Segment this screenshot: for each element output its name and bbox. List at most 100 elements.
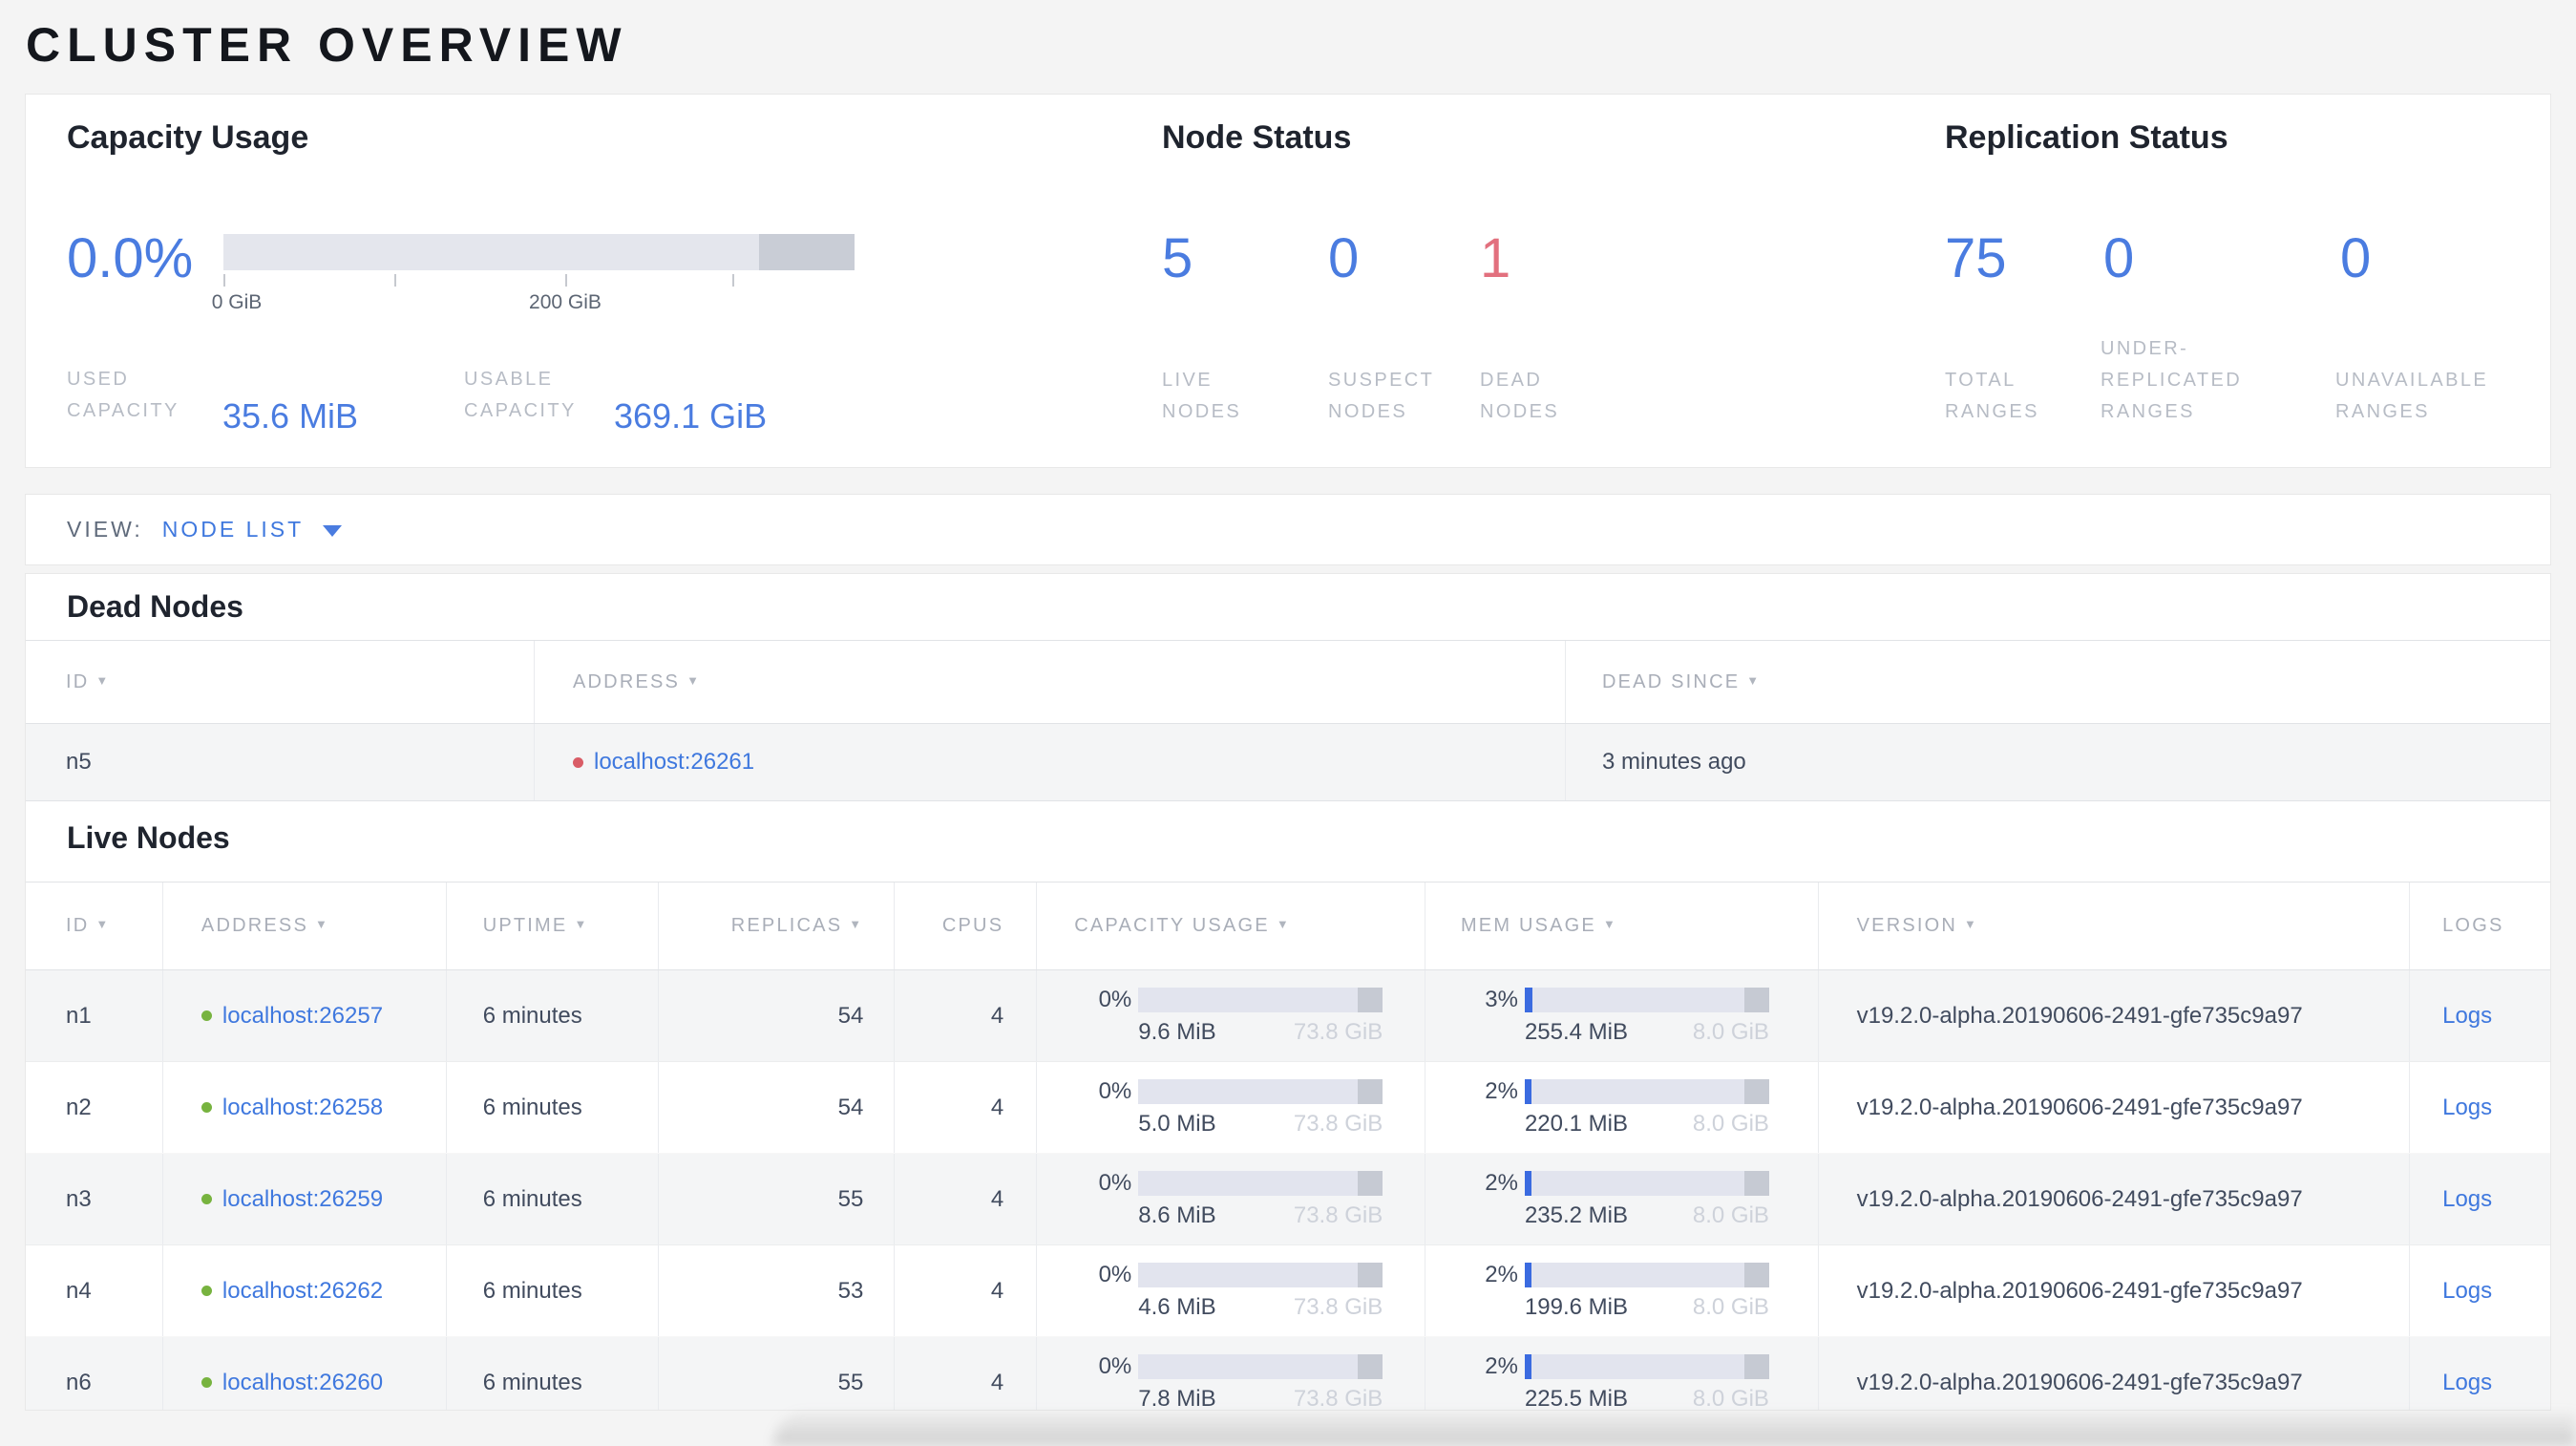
node-address-cell: localhost:26257	[163, 970, 447, 1061]
logs-link[interactable]: Logs	[2442, 1370, 2492, 1395]
gauge-tick	[394, 274, 396, 287]
sort-desc-icon[interactable]: ▼	[315, 917, 329, 931]
live-status-dot-icon	[201, 1286, 212, 1296]
dead-node-id: n5	[26, 724, 535, 800]
node-capacity-usage: 0% 9.6 MiB 73.8 GiB	[1037, 970, 1425, 1061]
header-dead-since[interactable]: DEAD SINCE ▼	[1566, 671, 2550, 693]
under-replicated-label: UNDER- REPLICATED RANGES	[2101, 338, 2243, 422]
live-status-dot-icon	[201, 1377, 212, 1388]
node-replicas: 55	[659, 1337, 896, 1410]
node-replicas: 53	[659, 1245, 896, 1336]
node-address-cell: localhost:26260	[163, 1337, 447, 1410]
used-capacity-label: USED CAPACITY	[67, 369, 179, 421]
total-ranges-count: 75	[1945, 227, 2007, 289]
mem-bar-endcap	[1743, 1353, 1769, 1379]
live-node-row: n4 localhost:26262 6 minutes 53 4 0% 4.6…	[26, 1245, 2550, 1337]
sort-desc-icon[interactable]: ▼	[1746, 673, 1761, 688]
suspect-nodes-label: SUSPECT NODES	[1328, 370, 1435, 422]
live-nodes-count: 5	[1162, 227, 1193, 289]
sort-desc-icon[interactable]: ▼	[686, 673, 701, 688]
logs-link[interactable]: Logs	[2442, 1003, 2492, 1029]
sort-desc-icon[interactable]: ▼	[574, 917, 588, 931]
header-mem-usage[interactable]: MEM USAGE ▼	[1425, 882, 1819, 969]
header-address[interactable]: ADDRESS ▼	[535, 641, 1566, 723]
node-logs-cell: Logs	[2410, 1186, 2550, 1213]
node-logs-cell: Logs	[2410, 1003, 2550, 1030]
node-mem-usage: 2% 199.6 MiB 8.0 GiB	[1425, 1245, 1819, 1336]
view-dropdown[interactable]: NODE LIST	[162, 517, 304, 542]
sort-desc-icon[interactable]: ▼	[95, 917, 110, 931]
total-ranges-label: TOTAL RANGES	[1945, 370, 2039, 422]
header-capacity-usage[interactable]: CAPACITY USAGE ▼	[1037, 882, 1425, 969]
dead-node-address-cell: localhost:26261	[535, 724, 1566, 800]
capacity-bar-endcap	[1358, 1353, 1383, 1379]
sort-desc-icon[interactable]: ▼	[849, 917, 863, 931]
node-version: v19.2.0-alpha.20190606-2491-gfe735c9a97	[1819, 1062, 2411, 1153]
dead-nodes-heading: Dead Nodes	[67, 589, 243, 624]
sort-desc-icon[interactable]: ▼	[95, 673, 110, 688]
cluster-summary-card: Capacity Usage 0.0% 0 GiB 200 GiB USED C…	[25, 94, 2551, 468]
live-status-dot-icon	[201, 1194, 212, 1204]
chevron-down-icon[interactable]	[323, 525, 343, 537]
node-cpus: 4	[895, 1245, 1038, 1336]
node-id: n2	[26, 1062, 163, 1153]
live-status-dot-icon	[201, 1102, 212, 1113]
mem-bar-endcap	[1743, 987, 1769, 1012]
logs-link[interactable]: Logs	[2442, 1278, 2492, 1304]
mem-bar	[1524, 1353, 1769, 1379]
node-address-link[interactable]: localhost:26258	[222, 1095, 383, 1121]
node-address-link[interactable]: localhost:26262	[222, 1278, 383, 1305]
node-logs-cell: Logs	[2410, 1095, 2550, 1121]
header-replicas[interactable]: REPLICAS ▼	[659, 882, 896, 969]
node-logs-cell: Logs	[2410, 1370, 2550, 1396]
node-cpus: 4	[895, 1062, 1038, 1153]
live-nodes-heading: Live Nodes	[67, 820, 230, 855]
node-uptime: 6 minutes	[447, 1337, 659, 1410]
header-version[interactable]: VERSION ▼	[1819, 882, 2411, 969]
node-id: n6	[26, 1337, 163, 1410]
view-selector-bar: VIEW: NODE LIST	[25, 494, 2551, 565]
gauge-tick	[223, 274, 225, 287]
logs-link[interactable]: Logs	[2442, 1186, 2492, 1212]
used-capacity-value: 35.6 MiB	[222, 396, 359, 436]
dead-status-dot-icon	[573, 756, 583, 768]
node-id: n1	[26, 970, 163, 1061]
unavailable-ranges-count: 0	[2340, 227, 2372, 289]
header-address[interactable]: ADDRESS ▼	[163, 882, 447, 969]
logs-link[interactable]: Logs	[2442, 1095, 2492, 1120]
sort-desc-icon[interactable]: ▼	[1277, 917, 1291, 931]
mem-bar	[1524, 1078, 1769, 1104]
node-replicas: 55	[659, 1154, 896, 1244]
node-version: v19.2.0-alpha.20190606-2491-gfe735c9a97	[1819, 1154, 2411, 1244]
gauge-tick-label-0: 0 GiB	[211, 291, 263, 313]
node-address-cell: localhost:26262	[163, 1245, 447, 1336]
content-edge-shadow	[773, 1413, 2576, 1446]
capacity-bar	[1138, 1170, 1383, 1196]
node-address-cell: localhost:26258	[163, 1062, 447, 1153]
capacity-gauge: 0 GiB 200 GiB	[212, 234, 855, 313]
node-replicas: 54	[659, 1062, 896, 1153]
node-address-link[interactable]: localhost:26259	[222, 1186, 383, 1213]
mem-bar	[1524, 987, 1769, 1012]
dead-node-address-link[interactable]: localhost:26261	[594, 749, 754, 776]
node-address-link[interactable]: localhost:26257	[222, 1003, 383, 1030]
suspect-nodes-count: 0	[1328, 227, 1360, 289]
capacity-bar	[1138, 987, 1383, 1012]
replication-status-title: Replication Status	[1945, 119, 2228, 156]
usable-capacity-label: USABLE CAPACITY	[464, 369, 577, 421]
node-logs-cell: Logs	[2410, 1278, 2550, 1305]
header-id[interactable]: ID ▼	[26, 882, 163, 969]
sort-desc-icon[interactable]: ▼	[1964, 917, 1978, 931]
live-node-row: n1 localhost:26257 6 minutes 54 4 0% 9.6…	[26, 970, 2550, 1062]
capacity-bar-endcap	[1358, 987, 1383, 1012]
sort-desc-icon[interactable]: ▼	[1603, 917, 1617, 931]
node-address-link[interactable]: localhost:26260	[222, 1370, 383, 1396]
under-replicated-count: 0	[2103, 227, 2135, 289]
node-replicas: 54	[659, 970, 896, 1061]
header-uptime[interactable]: UPTIME ▼	[447, 882, 659, 969]
header-id[interactable]: ID ▼	[26, 641, 535, 723]
node-uptime: 6 minutes	[447, 970, 659, 1061]
gauge-tick	[732, 274, 734, 287]
view-label: VIEW:	[67, 517, 143, 542]
gauge-tick	[565, 274, 567, 287]
